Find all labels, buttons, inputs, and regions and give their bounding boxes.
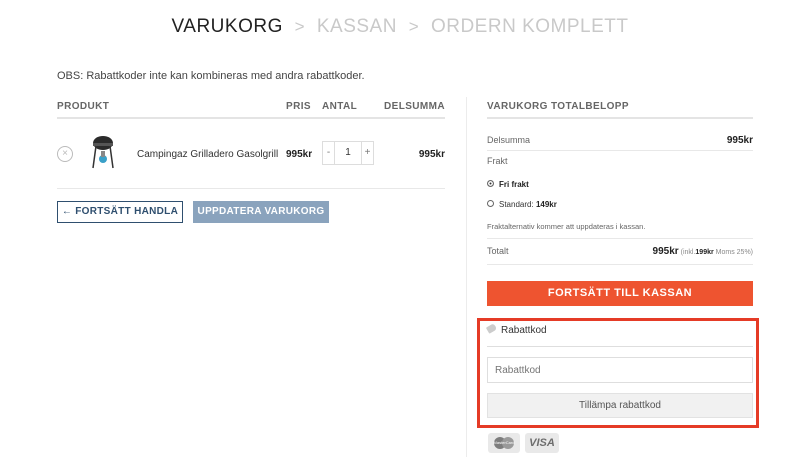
header-product: PRODUKT: [57, 101, 110, 112]
breadcrumb-separator: >: [408, 17, 420, 36]
shipping-option-label: Standard:: [499, 200, 534, 209]
update-cart-button[interactable]: UPPDATERA VARUKORG: [193, 201, 329, 223]
breadcrumb-step-checkout[interactable]: KASSAN: [317, 16, 397, 38]
mastercard-label: MasterCard: [493, 440, 515, 445]
cart-totals-header: VARUKORG TOTALBELOPP: [487, 99, 753, 119]
product-name[interactable]: Campingaz Grilladero Gasolgrill: [137, 149, 278, 160]
quantity-decrease-button[interactable]: -: [322, 141, 335, 165]
cart-row: × Campingaz Grilladero Gasolgrill 995kr …: [57, 120, 445, 189]
shipping-note: Fraktalternativ kommer att uppdateras i …: [487, 222, 646, 231]
divider: [487, 238, 753, 239]
column-divider: [466, 97, 467, 457]
divider: [487, 346, 753, 347]
radio-selected-icon[interactable]: [487, 180, 494, 188]
product-thumbnail[interactable]: [90, 134, 116, 170]
breadcrumb-separator: >: [294, 17, 306, 36]
remove-item-button[interactable]: ×: [57, 146, 73, 162]
divider: [487, 150, 753, 151]
header-subtotal: DELSUMMA: [384, 101, 445, 112]
total-label: Totalt: [487, 246, 509, 256]
mastercard-icon: MasterCard: [488, 433, 520, 453]
coupon-header: Rabattkod: [485, 323, 547, 336]
header-price: PRIS: [286, 101, 311, 112]
tax-suffix: Moms 25%): [715, 249, 753, 256]
shipping-option-label: Fri frakt: [499, 180, 529, 189]
breadcrumb-step-cart[interactable]: VARUKORG: [172, 16, 283, 38]
continue-shopping-button[interactable]: ← FORTSÄTT HANDLA: [57, 201, 183, 223]
breadcrumb-step-complete: ORDERN KOMPLETT: [430, 16, 629, 37]
tax-prefix: (inkl.: [680, 249, 696, 256]
tax-value: 199kr: [695, 249, 714, 256]
radio-unselected-icon[interactable]: [487, 200, 494, 208]
line-subtotal: 995kr: [418, 149, 445, 160]
coupon-code-input[interactable]: [487, 357, 753, 383]
coupon-title: Rabattkod: [501, 325, 547, 336]
cart-table-header: PRODUKT PRIS ANTAL DELSUMMA: [57, 99, 445, 119]
header-quantity: ANTAL: [322, 101, 358, 112]
shipping-label: Frakt: [487, 156, 508, 166]
total-value: 995kr: [652, 246, 679, 257]
cart-totals-title: VARUKORG TOTALBELOPP: [487, 101, 629, 112]
total-amount: 995kr (inkl.199kr Moms 25%): [653, 246, 753, 257]
coupon-notice: OBS: Rabattkoder inte kan kombineras med…: [57, 70, 365, 82]
shipping-option-price: 149kr: [535, 200, 557, 209]
tag-icon: [485, 323, 498, 334]
divider: [487, 264, 753, 265]
subtotal-row: Delsumma 995kr: [487, 135, 753, 146]
total-row: Totalt 995kr (inkl.199kr Moms 25%): [487, 246, 753, 257]
checkout-breadcrumb: VARUKORG > KASSAN > ORDERN KOMPLETT: [0, 16, 800, 38]
subtotal-label: Delsumma: [487, 135, 531, 145]
product-price: 995kr: [286, 149, 313, 160]
subtotal-value: 995kr: [726, 135, 753, 146]
proceed-to-checkout-button[interactable]: FORTSÄTT TILL KASSAN: [487, 281, 753, 306]
apply-coupon-button[interactable]: Tillämpa rabattkod: [487, 393, 753, 418]
visa-icon: VISA: [525, 433, 559, 453]
quantity-increase-button[interactable]: +: [361, 141, 374, 165]
quantity-input[interactable]: 1: [335, 141, 361, 165]
shipping-option-standard[interactable]: Standard: 149kr: [487, 200, 557, 209]
shipping-option-free[interactable]: Fri frakt: [487, 180, 529, 189]
quantity-stepper: - 1 +: [322, 141, 374, 165]
